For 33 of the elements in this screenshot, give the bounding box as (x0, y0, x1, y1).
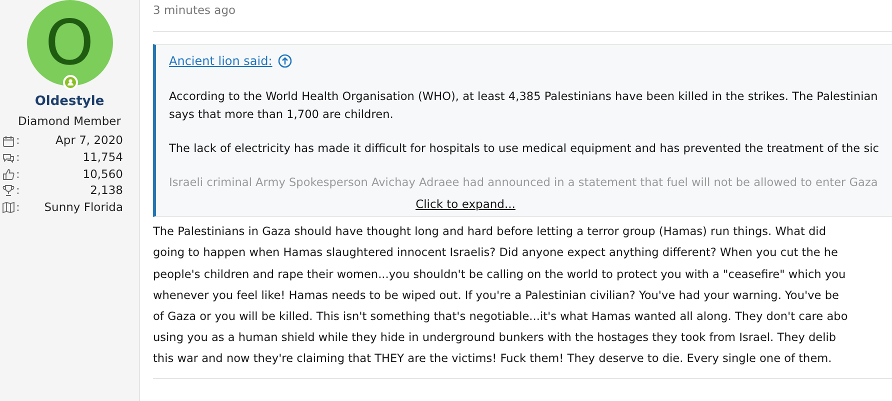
post-text-line: using you as a human shield while they hide in underground bunkers with the hostages they took from Israel. They delib (153, 330, 838, 346)
quote-text-line: According to the World Health Organisation (WHO), at least 4,385 Palestinians have been killed in the strikes. The Palestinian (169, 89, 879, 105)
stat-value: 11,754 (82, 149, 124, 166)
post-text-line: The Palestinians in Gaza should have thought long and hard before letting a terror group (Hamas) run things. What did (153, 224, 827, 240)
stat-value: 2,138 (90, 182, 124, 200)
trophy-icon (2, 184, 15, 198)
stat-value: Apr 7, 2020 (56, 132, 124, 150)
stat-label: : (16, 198, 20, 216)
post-text-line: going to happen when Hamas slaughtered innocent Israelis? Did anyone expect anything different? When you cut the he (153, 245, 840, 262)
post-text-line: whenever you feel like! Hamas needs to be wiped out. If you're a Palestinian civilian? You've had your warning. You've be (153, 288, 840, 304)
calendar-icon (2, 134, 15, 148)
stat-value: 10,560 (82, 166, 124, 183)
map-icon (2, 200, 15, 214)
stat-label: : (16, 166, 20, 183)
post-text-line: people's children and rape their women...you shouldn't be calling on the world to protect you with a "ceasefire" which you (153, 266, 847, 283)
user-title: Diamond Member (18, 112, 121, 130)
post-text-line: this war and now they're claiming that THEY are the victims! Fuck them! They deserve to die. Every single one of them. (153, 351, 833, 368)
post-text-line: of Gaza or you will be killed. This isn't something that's negotiable...it's what Hamas wanted all along. They don't care abo (153, 309, 849, 326)
quote-text-line: The lack of electricity has made it difficult for hospitals to use medical equipment and has prevented the treatment of the sic (169, 141, 880, 157)
jump-up-icon[interactable] (278, 54, 292, 68)
quote-text-line: says that more than 1,700 are children. (169, 107, 394, 123)
stat-label: : (16, 149, 20, 166)
username[interactable]: Oldestyle (34, 92, 104, 112)
quote-text-line: Israeli criminal Army Spokesperson Avichay Adraee had announced in a statement that fuel will not be allowed to enter Gaza (169, 175, 879, 191)
post-time[interactable]: 3 minutes ago (153, 0, 892, 32)
quote-author-link[interactable]: Ancient lion said: (169, 52, 272, 70)
user-avatar[interactable]: O (26, 0, 112, 86)
stat-value: Sunny Florida (44, 198, 124, 216)
stat-label: : (16, 182, 20, 200)
thumbs-up-icon (2, 168, 15, 181)
speech-bubbles-icon (2, 151, 15, 164)
stat-label: : (16, 132, 20, 150)
expand-link[interactable]: Click to expand... (416, 196, 516, 214)
